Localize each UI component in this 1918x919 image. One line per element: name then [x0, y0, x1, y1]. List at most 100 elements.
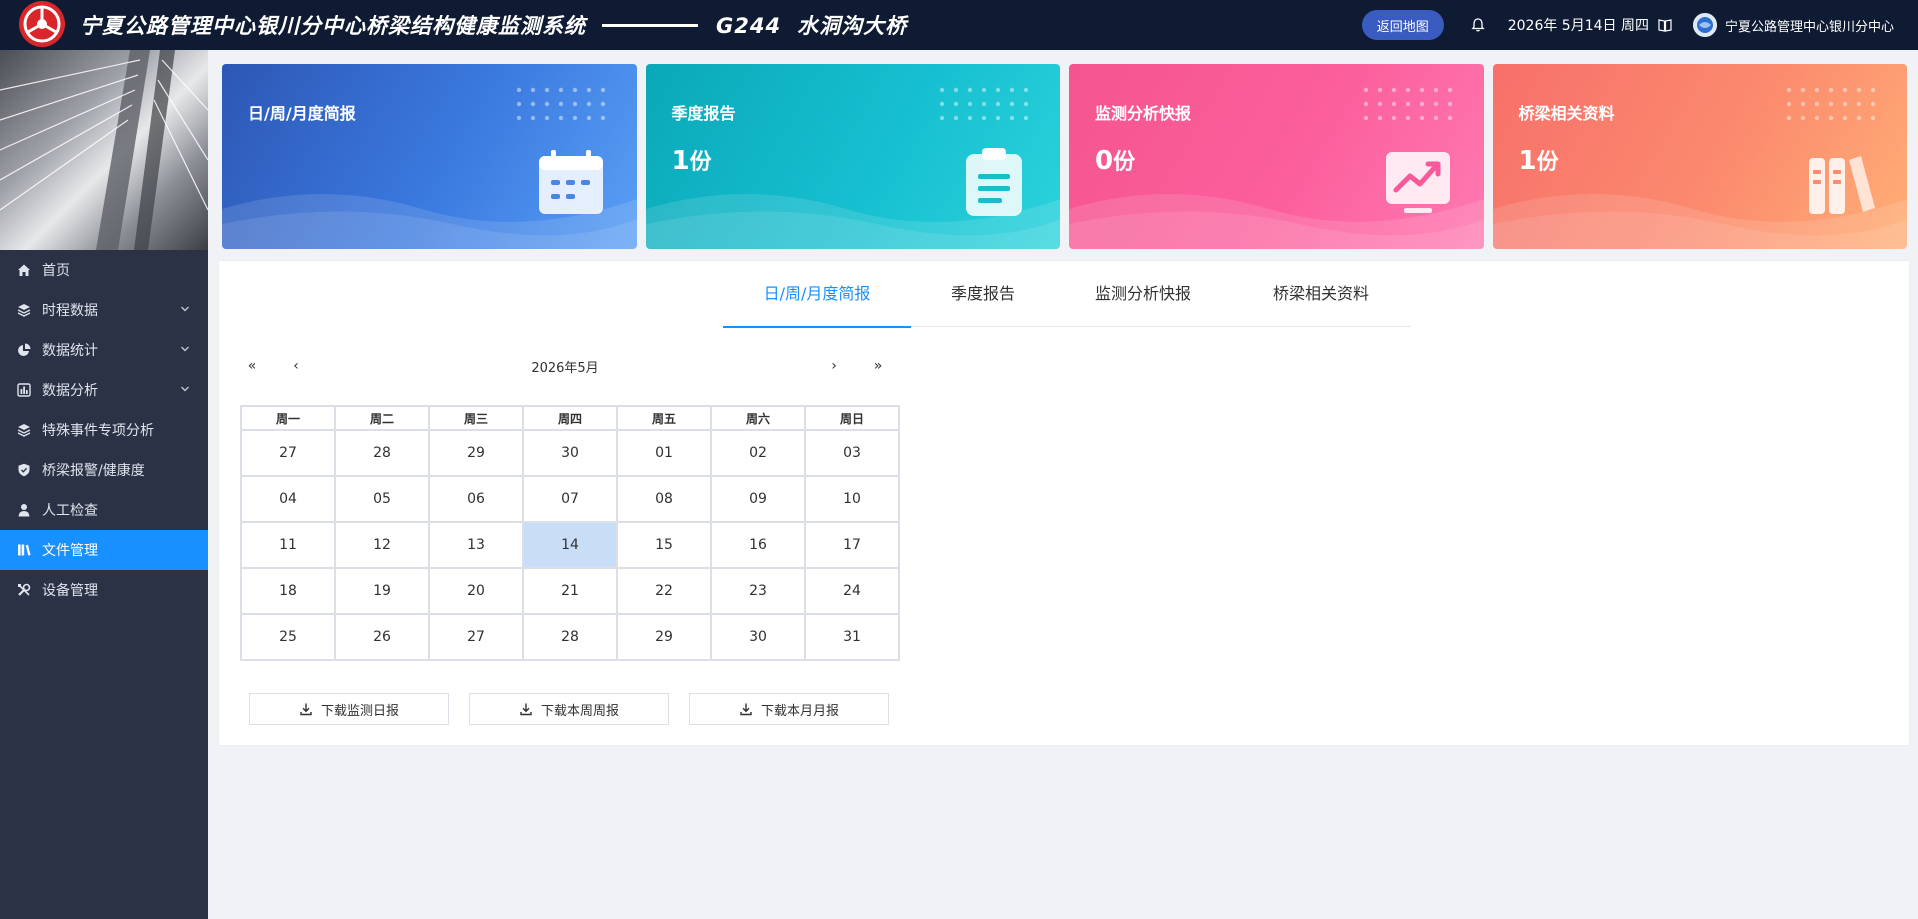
calendar-day[interactable]: 13	[428, 521, 524, 569]
download-daily-report-button[interactable]: 下载监测日报	[249, 693, 449, 725]
calendar-day[interactable]: 19	[334, 567, 430, 615]
sidebar-item-analysis[interactable]: 数据分析	[0, 370, 208, 410]
weekday-label: 周三	[428, 405, 524, 431]
back-to-map-button[interactable]: 返回地图	[1361, 10, 1444, 40]
calendar-day[interactable]: 15	[616, 521, 712, 569]
report-panel: 日/周/月度简报 季度报告 监测分析快报 桥梁相关资料 « ‹ 2026年5月 …	[218, 260, 1910, 746]
download-monthly-report-button[interactable]: 下载本月月报	[689, 693, 889, 725]
bridge-name: 水洞沟大桥	[797, 14, 908, 38]
sidebar-item-time-series[interactable]: 时程数据	[0, 290, 208, 330]
sidebar-item-manual-inspection[interactable]: 人工检查	[0, 490, 208, 530]
sidebar-item-label: 设备管理	[42, 583, 98, 599]
weekday-label: 周四	[522, 405, 618, 431]
calendar-day[interactable]: 11	[240, 521, 336, 569]
download-buttons: 下载监测日报 下载本周周报 下载本月月报	[249, 693, 889, 725]
download-label: 下载本月月报	[760, 703, 839, 719]
weekday-label: 周六	[710, 405, 806, 431]
calendar-day[interactable]: 29	[428, 429, 524, 477]
user-icon	[16, 502, 32, 518]
calendar-day[interactable]: 26	[334, 613, 430, 661]
sidebar: 首页 时程数据 数据统计 数据分析 特殊事件专项分析 桥梁报警/健康度 人工检查	[0, 50, 208, 919]
calendar-day[interactable]: 18	[240, 567, 336, 615]
calendar-day[interactable]: 01	[616, 429, 712, 477]
calendar-day[interactable]: 07	[522, 475, 618, 523]
calendar-day[interactable]: 10	[804, 475, 900, 523]
calendar-day[interactable]: 09	[710, 475, 806, 523]
summary-cards: 日/周/月度简报 季度报告 1份 监测分析快报 0份 桥梁相关资料 1份	[222, 64, 1907, 249]
bridge-banner-image	[0, 50, 208, 250]
calendar-day[interactable]: 22	[616, 567, 712, 615]
calendar-day[interactable]: 12	[334, 521, 430, 569]
sidebar-item-file-management[interactable]: 文件管理	[0, 530, 208, 570]
calendar-icon	[538, 150, 603, 214]
calendar-day[interactable]: 30	[522, 429, 618, 477]
next-month-button[interactable]: ›	[823, 358, 845, 374]
calendar-day[interactable]: 17	[804, 521, 900, 569]
calendar-day[interactable]: 27	[428, 613, 524, 661]
road-code: G244	[716, 14, 782, 38]
calendar-day[interactable]: 24	[804, 567, 900, 615]
sidebar-item-label: 时程数据	[42, 303, 98, 319]
avatar[interactable]	[1692, 13, 1717, 37]
clipboard-icon	[966, 148, 1022, 216]
card-daily-weekly-monthly[interactable]: 日/周/月度简报	[222, 64, 637, 249]
next-year-button[interactable]: »	[867, 358, 889, 374]
highway-logo-icon	[18, 0, 68, 50]
book-icon[interactable]	[1657, 17, 1673, 33]
card-monitoring-bulletin[interactable]: 监测分析快报 0份	[1069, 64, 1484, 249]
calendar-day[interactable]: 03	[804, 429, 900, 477]
calendar-day[interactable]: 28	[334, 429, 430, 477]
calendar-day[interactable]: 21	[522, 567, 618, 615]
chevron-down-icon	[181, 346, 189, 352]
weekday-label: 周五	[616, 405, 712, 431]
sidebar-item-label: 人工检查	[42, 503, 98, 519]
sidebar-item-special-events[interactable]: 特殊事件专项分析	[0, 410, 208, 450]
calendar-day[interactable]: 27	[240, 429, 336, 477]
calendar-day[interactable]: 02	[710, 429, 806, 477]
calendar-week-row: 18 19 20 21 22 23 24	[240, 567, 900, 615]
prev-month-button[interactable]: ‹	[285, 358, 307, 374]
dots-decoration	[1786, 87, 1876, 121]
chevron-down-icon	[181, 306, 189, 312]
layers-icon	[16, 422, 32, 438]
calendar-day[interactable]: 16	[710, 521, 806, 569]
dots-decoration	[939, 87, 1029, 121]
layers-icon	[16, 302, 32, 318]
calendar-day[interactable]: 30	[710, 613, 806, 661]
sidebar-item-label: 特殊事件专项分析	[42, 423, 154, 439]
sidebar-item-label: 文件管理	[42, 543, 98, 559]
download-icon	[740, 703, 752, 716]
top-header: 宁夏公路管理中心银川分中心桥梁结构健康监测系统 G244 水洞沟大桥 返回地图 2…	[0, 0, 1918, 50]
bell-icon[interactable]	[1470, 17, 1486, 33]
card-bridge-documents[interactable]: 桥梁相关资料 1份	[1492, 64, 1907, 249]
calendar-day[interactable]: 04	[240, 475, 336, 523]
prev-year-button[interactable]: «	[241, 358, 263, 374]
tab-daily-weekly-monthly[interactable]: 日/周/月度简报	[723, 261, 911, 328]
sidebar-item-home[interactable]: 首页	[0, 250, 208, 290]
calendar-day[interactable]: 20	[428, 567, 524, 615]
calendar-day-selected[interactable]: 14	[522, 521, 618, 569]
weekday-label: 周日	[804, 405, 900, 431]
calendar-day[interactable]: 29	[616, 613, 712, 661]
calendar-day[interactable]: 05	[334, 475, 430, 523]
calendar-day[interactable]: 06	[428, 475, 524, 523]
chevron-down-icon	[181, 386, 189, 392]
sidebar-item-alarm-health[interactable]: 桥梁报警/健康度	[0, 450, 208, 490]
calendar-day[interactable]: 28	[522, 613, 618, 661]
tab-monitoring-bulletin[interactable]: 监测分析快报	[1055, 261, 1231, 327]
calendar-day[interactable]: 25	[240, 613, 336, 661]
user-org-name[interactable]: 宁夏公路管理中心银川分中心	[1725, 16, 1894, 35]
calendar-day[interactable]: 23	[710, 567, 806, 615]
tab-bridge-documents[interactable]: 桥梁相关资料	[1231, 261, 1411, 327]
calendar-day[interactable]: 08	[616, 475, 712, 523]
sidebar-menu: 首页 时程数据 数据统计 数据分析 特殊事件专项分析 桥梁报警/健康度 人工检查	[0, 250, 208, 610]
calendar-day[interactable]: 31	[804, 613, 900, 661]
tab-quarterly-report[interactable]: 季度报告	[911, 261, 1055, 327]
download-weekly-report-button[interactable]: 下载本周周报	[469, 693, 669, 725]
calendar-grid: 周一 周二 周三 周四 周五 周六 周日 27 28 29 30 01 02 0…	[240, 405, 900, 661]
sidebar-item-statistics[interactable]: 数据统计	[0, 330, 208, 370]
report-tabs: 日/周/月度简报 季度报告 监测分析快报 桥梁相关资料	[723, 261, 1411, 328]
card-quarterly-report[interactable]: 季度报告 1份	[645, 64, 1060, 249]
calendar-header: « ‹ 2026年5月 › »	[241, 351, 889, 381]
sidebar-item-device-management[interactable]: 设备管理	[0, 570, 208, 610]
